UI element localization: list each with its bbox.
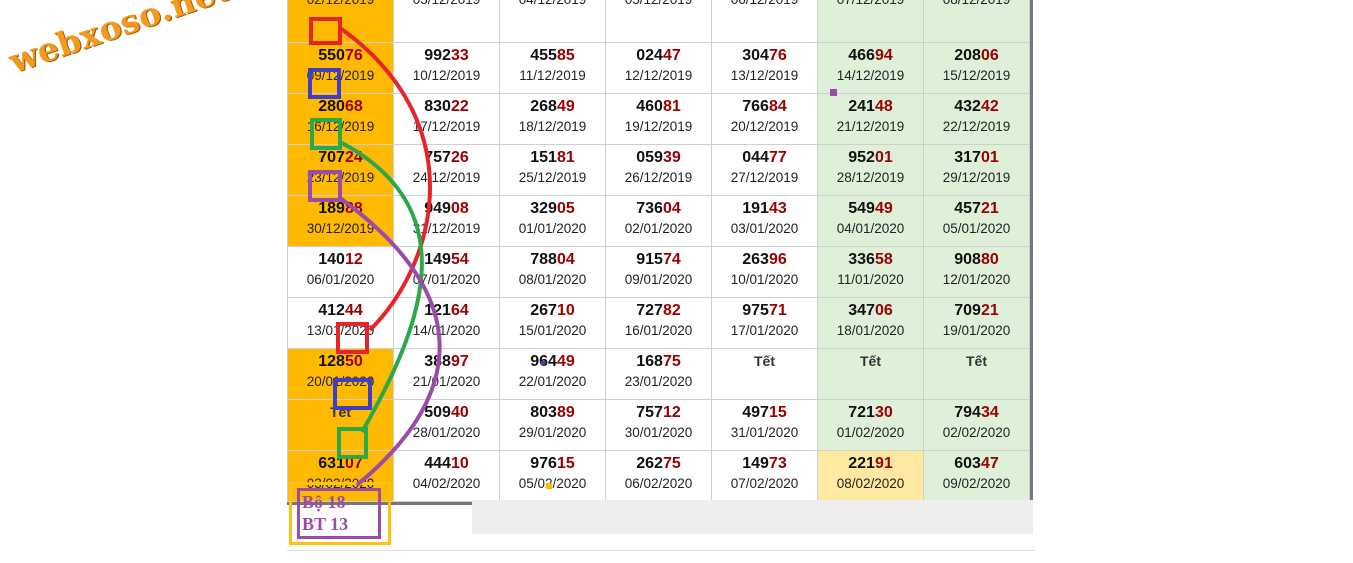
purple-highlight-box xyxy=(308,170,342,202)
purple-connector xyxy=(338,196,442,487)
red-connector xyxy=(338,26,432,332)
green-highlight-box-bottom xyxy=(337,427,368,459)
blue-marker xyxy=(541,361,545,365)
green-connector xyxy=(339,140,424,433)
blue-highlight-box-bottom xyxy=(333,378,372,410)
red-highlight-box-top xyxy=(309,17,342,45)
green-highlight-box-top xyxy=(310,118,342,150)
red-highlight-box-bottom xyxy=(336,322,369,354)
orange-marker xyxy=(546,483,552,489)
purple-marker xyxy=(830,89,837,96)
blue-highlight-box-top xyxy=(308,68,341,99)
annotation-overlay xyxy=(308,17,837,489)
